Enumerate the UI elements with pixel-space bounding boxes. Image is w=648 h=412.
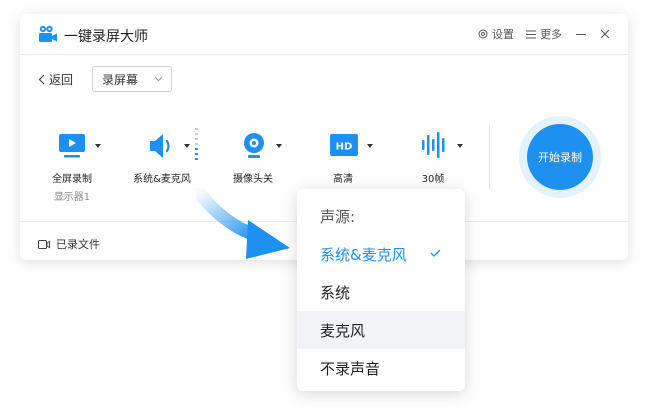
audio-source-menu: 声源: 系统&麦克风 系统 麦克风 不录声音	[297, 189, 465, 391]
settings-button[interactable]: 设置	[478, 26, 514, 42]
divider	[489, 125, 490, 189]
hd-icon: HD	[330, 134, 358, 156]
menu-title: 声源:	[320, 208, 356, 226]
camera-label: 摄像头关	[233, 174, 273, 185]
chevron-down-icon	[154, 76, 163, 82]
menu-item-system[interactable]: 系统	[297, 273, 465, 311]
waveform-icon	[422, 132, 445, 158]
settings-label: 设置	[492, 28, 514, 41]
frame-rate-button[interactable]: 30帧	[388, 132, 478, 185]
quality-label: 高清	[333, 174, 353, 185]
camera-toggle-button[interactable]: 摄像头关	[208, 132, 298, 185]
close-icon	[600, 29, 610, 39]
menu-item-system-and-mic[interactable]: 系统&麦克风	[297, 235, 465, 273]
menu-icon	[526, 30, 536, 38]
frame-rate-label: 30帧	[421, 174, 445, 185]
minimize-icon	[576, 34, 586, 35]
recorded-files-button[interactable]: 已录文件	[38, 236, 100, 252]
pointer-arrow-graphic	[196, 188, 290, 259]
webcam-icon	[244, 133, 264, 158]
close-button[interactable]	[600, 29, 610, 39]
title-bar: 一键录屏大师 设置 更多	[20, 14, 628, 54]
caret-down-icon[interactable]	[367, 144, 373, 148]
recorded-files-label: 已录文件	[56, 238, 100, 251]
more-button[interactable]: 更多	[526, 26, 562, 42]
more-label: 更多	[540, 28, 562, 41]
audio-source-label: 系统&麦克风	[133, 174, 191, 185]
menu-item-no-audio[interactable]: 不录声音	[297, 349, 465, 387]
back-button[interactable]: 返回	[38, 71, 73, 88]
caret-down-icon[interactable]	[95, 144, 101, 148]
settings-icon	[478, 29, 488, 39]
start-record-button[interactable]: 开始录制	[527, 124, 593, 190]
divider	[20, 54, 628, 55]
audio-source-button[interactable]: 系统&麦克风	[117, 128, 207, 185]
speaker-icon	[150, 134, 170, 158]
camera-logo-icon	[39, 25, 57, 42]
quality-button[interactable]: HD 高清	[298, 132, 388, 185]
video-file-icon	[38, 239, 50, 249]
display-label: 显示器1	[53, 192, 91, 203]
menu-item-microphone[interactable]: 麦克风	[297, 311, 465, 349]
app-title: 一键录屏大师	[64, 29, 148, 45]
svg-text:HD: HD	[336, 142, 353, 153]
screen-play-icon	[59, 134, 85, 158]
menu-item-label: 系统&麦克风	[320, 245, 407, 264]
menu-item-label: 麦克风	[320, 321, 366, 340]
checkmark-icon	[430, 249, 441, 257]
menu-item-label: 不录声音	[320, 359, 381, 378]
fullscreen-label: 全屏录制	[52, 174, 92, 185]
record-mode-value: 录屏幕	[102, 72, 139, 87]
caret-down-icon[interactable]	[184, 144, 190, 148]
chevron-left-icon	[38, 74, 45, 85]
caret-down-icon[interactable]	[457, 144, 463, 148]
record-mode-select[interactable]: 录屏幕	[92, 66, 172, 92]
caret-down-icon[interactable]	[276, 144, 282, 148]
volume-level-icon	[195, 128, 198, 160]
fullscreen-record-button[interactable]: 全屏录制 显示器1	[27, 132, 117, 203]
back-label: 返回	[49, 73, 74, 87]
menu-item-label: 系统	[320, 283, 351, 302]
minimize-button[interactable]	[576, 29, 586, 39]
